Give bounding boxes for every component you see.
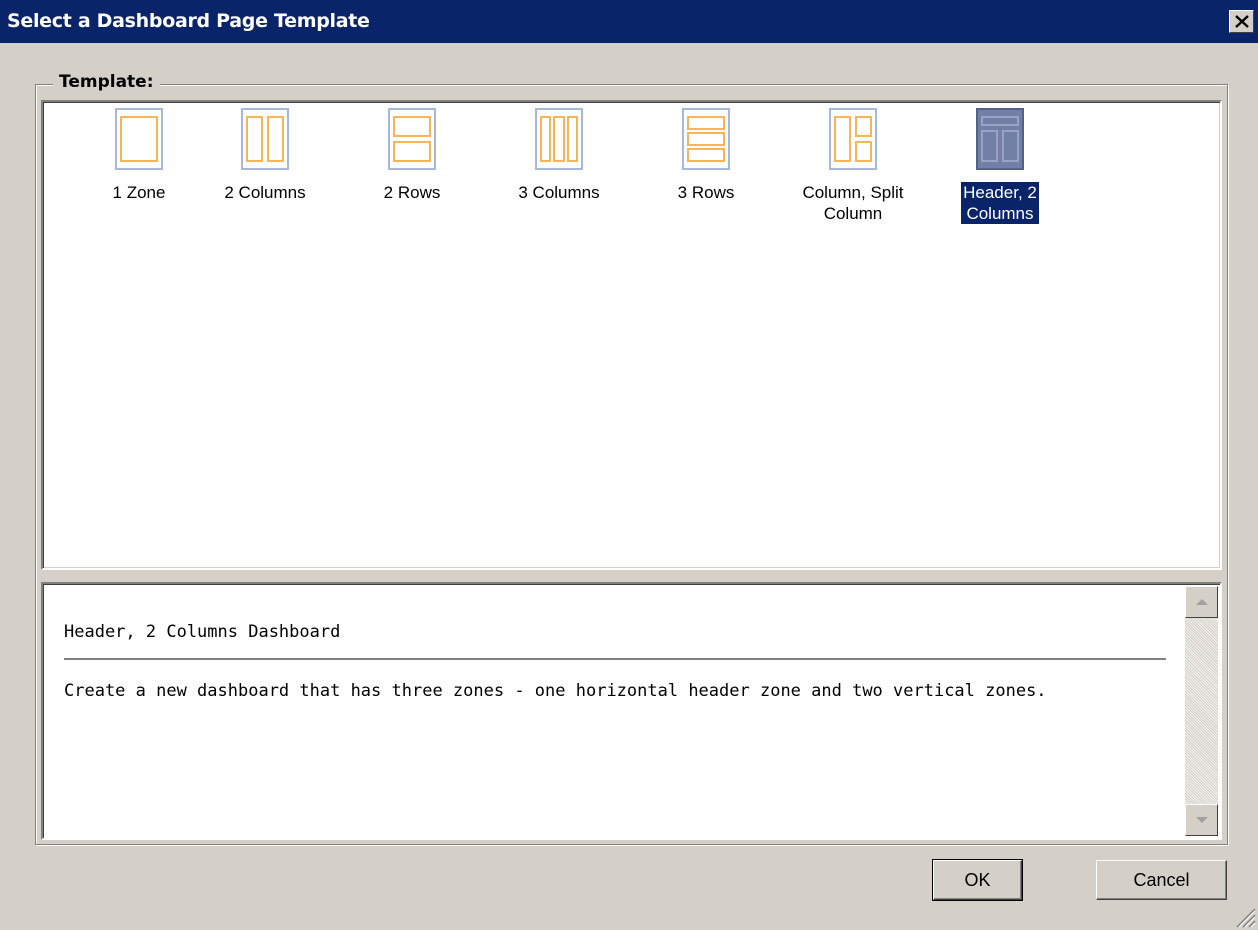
- template-label: Column, Split Column: [802, 183, 904, 223]
- dialog-title: Select a Dashboard Page Template: [7, 10, 370, 32]
- template-label: 3 Rows: [677, 183, 735, 202]
- close-icon: [1235, 15, 1249, 28]
- scroll-up-icon: [1196, 599, 1208, 605]
- ok-button[interactable]: OK: [932, 859, 1023, 901]
- two-rows-layout-icon: [388, 108, 436, 170]
- template-2-rows[interactable]: 2 Rows: [352, 108, 472, 203]
- template-list[interactable]: 1 Zone 2 Columns 2 Rows 3 Columns 3 Rows…: [41, 100, 1222, 570]
- template-3-columns[interactable]: 3 Columns: [499, 108, 619, 203]
- template-column-split-column[interactable]: Column, Split Column: [793, 108, 913, 224]
- template-label: 1 Zone: [112, 183, 166, 202]
- three-columns-layout-icon: [535, 108, 583, 170]
- description-text: Create a new dashboard that has three zo…: [64, 681, 1047, 701]
- header-two-columns-layout-icon: [976, 108, 1024, 170]
- description-title: Header, 2 Columns Dashboard: [64, 622, 341, 642]
- template-label: 2 Columns: [224, 183, 306, 202]
- scroll-down-icon: [1196, 817, 1208, 823]
- description-scrollbar[interactable]: [1185, 586, 1218, 836]
- close-button[interactable]: [1229, 10, 1254, 33]
- three-rows-layout-icon: [682, 108, 730, 170]
- template-3-rows[interactable]: 3 Rows: [646, 108, 766, 203]
- dialog-title-bar: Select a Dashboard Page Template: [0, 0, 1258, 43]
- scroll-down-button[interactable]: [1185, 804, 1218, 836]
- template-group-label: Template:: [53, 72, 160, 92]
- template-label: Header, 2 Columns: [961, 182, 1039, 224]
- template-1-zone[interactable]: 1 Zone: [79, 108, 199, 203]
- template-label: 3 Columns: [518, 183, 600, 202]
- template-header-2-columns[interactable]: Header, 2 Columns: [940, 108, 1060, 224]
- two-columns-layout-icon: [241, 108, 289, 170]
- column-split-column-layout-icon: [829, 108, 877, 170]
- description-panel: Header, 2 Columns Dashboard Create a new…: [41, 582, 1222, 840]
- template-2-columns[interactable]: 2 Columns: [205, 108, 325, 203]
- resize-grip-icon[interactable]: [1234, 906, 1256, 928]
- cancel-button[interactable]: Cancel: [1096, 860, 1227, 900]
- scroll-up-button[interactable]: [1185, 586, 1218, 618]
- description-divider: [64, 658, 1166, 660]
- template-label: 2 Rows: [383, 183, 441, 202]
- one-zone-layout-icon: [115, 108, 163, 170]
